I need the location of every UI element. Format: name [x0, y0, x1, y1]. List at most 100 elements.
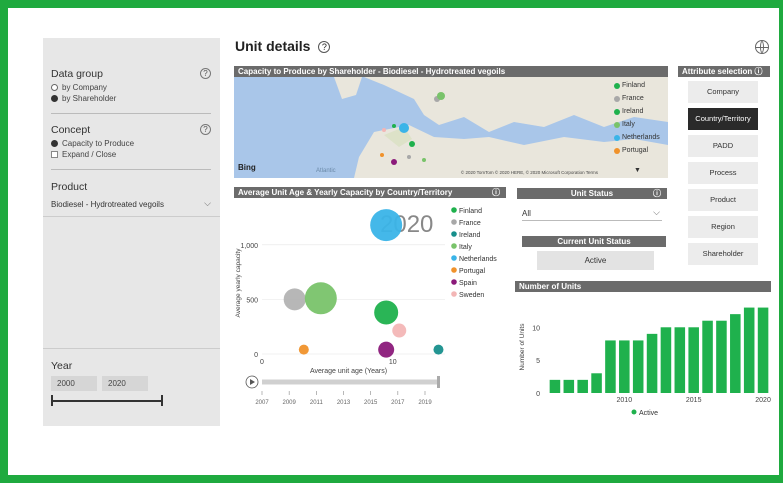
- bar-2010[interactable]: [619, 340, 630, 393]
- year-slider-handle-start[interactable]: [51, 395, 53, 406]
- radio-capacity-to-produce[interactable]: Capacity to Produce: [51, 139, 134, 148]
- bubble-legend-label: Portugal: [459, 268, 486, 275]
- divider: [43, 216, 220, 217]
- radio-icon: [51, 84, 58, 91]
- year-to-input[interactable]: 2020: [102, 376, 148, 391]
- timeline-tick-label: 2015: [364, 400, 378, 406]
- y-axis-label: Number of Units: [519, 323, 526, 371]
- timeline-tick-label: 2017: [391, 400, 405, 406]
- bar-2013[interactable]: [660, 327, 672, 393]
- bar-2019[interactable]: [743, 307, 755, 393]
- units-panel-header: Number of Units: [515, 281, 771, 292]
- attribute-button-process[interactable]: Process: [688, 162, 758, 184]
- bubble-ireland[interactable]: [433, 344, 444, 355]
- legend-label: Ireland: [622, 108, 644, 115]
- unit-status-dropdown[interactable]: All ⌵: [522, 207, 662, 221]
- legend-dot-icon: [451, 267, 457, 273]
- bubble-help-icon[interactable]: ⓘ: [492, 188, 500, 197]
- bar-2007[interactable]: [577, 379, 588, 393]
- data-group-help-icon[interactable]: ?: [200, 68, 211, 79]
- bar-2016[interactable]: [702, 320, 713, 393]
- attribute-button-product[interactable]: Product: [688, 189, 758, 211]
- attribute-button-country-territory[interactable]: Country/Territory: [688, 108, 758, 130]
- bubble-finland[interactable]: [374, 300, 399, 325]
- globe-icon[interactable]: [755, 40, 769, 54]
- year-from-input[interactable]: 2000: [51, 376, 97, 391]
- map-legend-item[interactable]: Finland: [614, 82, 645, 89]
- timeline-tick-label: 2019: [418, 400, 432, 406]
- chevron-down-icon: ⌵: [204, 198, 211, 208]
- bubble-france[interactable]: [283, 288, 306, 311]
- bubble-legend-label: France: [459, 220, 481, 227]
- status-active-button[interactable]: Active: [537, 251, 654, 270]
- bar-2008[interactable]: [591, 373, 602, 393]
- bubble-italy[interactable]: [304, 282, 337, 315]
- y-axis-label: Average yearly capacity: [235, 248, 242, 318]
- product-dropdown[interactable]: Biodiesel - Hydrotreated vegoils ⌵: [51, 198, 211, 209]
- bar-2015[interactable]: [688, 327, 699, 393]
- legend-dot-icon: [451, 207, 457, 213]
- units-bar-chart: 0 5 10 Number of Units 2010 2015 2020 Active: [519, 307, 771, 417]
- legend-dot-icon: [614, 95, 620, 102]
- legend-label: Netherlands: [622, 134, 660, 141]
- attribute-help-icon[interactable]: ⓘ: [754, 67, 762, 76]
- legend-label: France: [622, 95, 644, 102]
- bar-2006[interactable]: [563, 379, 575, 393]
- concept-label: Concept: [51, 124, 91, 136]
- attribute-panel-header: Attribute selection ⓘ: [678, 66, 770, 77]
- bubble-spain[interactable]: [378, 341, 395, 358]
- map[interactable]: Bing Atlantic © 2020 TomTom © 2020 HERE,…: [234, 77, 668, 178]
- bar-2014[interactable]: [674, 327, 686, 393]
- legend-dot-icon: [451, 255, 457, 261]
- concept-help-icon[interactable]: ?: [200, 124, 211, 135]
- divider: [51, 169, 211, 170]
- map-legend-item[interactable]: France: [614, 95, 644, 102]
- bar-2009[interactable]: [605, 340, 616, 393]
- legend-dot-icon: [614, 147, 620, 154]
- unit-status-help-icon[interactable]: ⓘ: [653, 189, 661, 198]
- attribute-button-company[interactable]: Company: [688, 81, 758, 103]
- year-slider-handle-end[interactable]: [161, 395, 163, 406]
- bubble-panel-header: Average Unit Age & Yearly Capacity by Co…: [234, 187, 506, 198]
- units-legend-label: Active: [639, 410, 658, 417]
- bubble-netherlands[interactable]: [370, 209, 403, 242]
- x-tick-label: 10: [389, 359, 397, 366]
- bar-2020[interactable]: [757, 307, 769, 393]
- bar-2012[interactable]: [646, 333, 658, 393]
- attribute-button-region[interactable]: Region: [688, 216, 758, 238]
- radio-by-company[interactable]: by Company: [51, 83, 107, 92]
- legend-dot-icon: [451, 279, 457, 285]
- legend-dot-icon: [614, 108, 620, 115]
- x-tick-label: 0: [260, 359, 264, 366]
- y-tick-label: 0: [536, 391, 540, 398]
- bubble-legend-label: Netherlands: [459, 256, 497, 263]
- bubble-sweden[interactable]: [392, 323, 407, 338]
- divider: [43, 348, 220, 349]
- bar-2011[interactable]: [632, 340, 644, 393]
- bar-2017[interactable]: [716, 320, 727, 393]
- timeline-handle[interactable]: [437, 376, 440, 388]
- radio-selected-icon: [51, 95, 58, 102]
- legend-dot-icon: [451, 219, 457, 225]
- bubble-chart: 0 500 1,000 0 10Average unit age (Years) Aver…: [235, 207, 497, 406]
- bar-2018[interactable]: [730, 314, 741, 393]
- map-legend-item[interactable]: Portugal: [614, 147, 648, 154]
- y-tick-label: 500: [246, 297, 258, 304]
- map-legend-item[interactable]: Italy: [614, 121, 635, 128]
- map-legend-item[interactable]: Netherlands: [614, 134, 660, 141]
- attribute-button-shareholder[interactable]: Shareholder: [688, 243, 758, 265]
- attribute-button-padd[interactable]: PADD: [688, 135, 758, 157]
- radio-by-shareholder[interactable]: by Shareholder: [51, 94, 116, 103]
- bubble-portugal[interactable]: [298, 344, 309, 355]
- bubble-legend-label: Ireland: [459, 232, 481, 239]
- legend-more-icon[interactable]: ▼: [634, 167, 641, 174]
- map-copyright: © 2020 TomTom © 2020 HERE, © 2020 Micros…: [460, 170, 598, 175]
- map-label-atlantic: Atlantic: [316, 168, 336, 174]
- title-help-icon[interactable]: ?: [318, 41, 331, 54]
- legend-dot-icon: [451, 231, 457, 237]
- map-legend-item[interactable]: Ireland: [614, 108, 643, 115]
- checkbox-expand-close[interactable]: Expand / Close: [51, 150, 116, 159]
- bing-logo: Bing: [238, 163, 256, 172]
- bar-2005[interactable]: [549, 379, 561, 393]
- year-slider-track[interactable]: [52, 400, 162, 402]
